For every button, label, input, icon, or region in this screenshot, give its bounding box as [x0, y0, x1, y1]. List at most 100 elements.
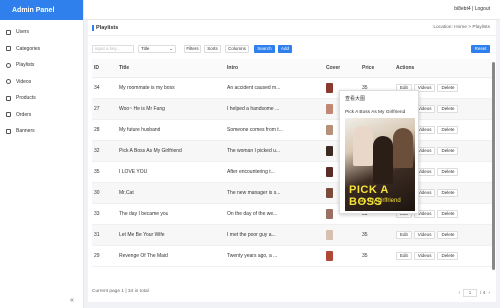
video-icon [6, 79, 11, 85]
delete-button[interactable]: Delete [437, 189, 459, 197]
table-row: 29 Revenge Of The Maid Twenty years ago, a… [92, 246, 492, 267]
videos-button[interactable]: Videos [413, 252, 436, 260]
cover-thumbnail[interactable] [326, 146, 333, 156]
edit-button[interactable]: Edit [396, 231, 412, 239]
cell-intro: Someone comes from t... [227, 127, 283, 133]
delete-button[interactable]: Delete [437, 252, 459, 260]
cover-thumbnail[interactable] [326, 251, 333, 261]
cell-id: 32 [94, 148, 100, 154]
cell-cover [326, 99, 333, 119]
cell-title: Mr.Cat [119, 190, 134, 196]
cover-thumbnail[interactable] [326, 230, 333, 240]
cover-preview-popover: 查看大图 Pick A Boss As My Girlfriend PICK A… [339, 90, 419, 214]
cover-thumbnail[interactable] [326, 104, 333, 114]
add-button[interactable]: Add [278, 45, 292, 53]
cell-id: 30 [94, 190, 100, 196]
banner-icon [6, 128, 11, 134]
cell-title: The day I became you [119, 211, 169, 217]
cover-thumbnail[interactable] [326, 167, 333, 177]
cell-cover [326, 246, 333, 266]
page-title: Playlists [92, 25, 118, 31]
categories-icon [6, 46, 11, 52]
sidebar-item-orders[interactable]: Orders [0, 107, 83, 124]
videos-button[interactable]: Videos [413, 231, 436, 239]
table-row: 32 Pick A Boss As My Girlfriend The woman … [92, 141, 492, 162]
cell-cover [326, 141, 333, 161]
page-number-input[interactable]: 1 [463, 289, 478, 297]
cell-title: My roommate is my boss [119, 85, 175, 91]
popover-header: 查看大图 [345, 96, 366, 102]
poster-figure-right [393, 128, 413, 168]
field-select-value: Title [141, 46, 150, 51]
playlist-icon [6, 62, 11, 68]
cover-thumbnail[interactable] [326, 209, 333, 219]
cell-intro: Twenty years ago, a ... [227, 253, 278, 259]
chevron-down-icon: ⌄ [169, 46, 173, 51]
sidebar-item-label: Banners [16, 128, 35, 135]
cover-thumbnail[interactable] [326, 188, 333, 198]
search-button[interactable]: Search [254, 45, 275, 53]
collapse-sidebar-icon[interactable]: « [70, 297, 74, 304]
reset-button[interactable]: Reset [471, 45, 490, 53]
user-logout-link[interactable]: bi8ebt4 | Logout [454, 6, 490, 12]
popover-title: Pick A Boss As My Girlfriend [345, 110, 406, 115]
edit-button[interactable]: Edit [396, 252, 412, 260]
header-cover: Cover [326, 65, 341, 71]
table-row: 34 My roommate is my boss An accident caus… [92, 78, 492, 99]
cover-thumbnail[interactable] [326, 125, 333, 135]
sidebar-item-products[interactable]: Products [0, 90, 83, 107]
sidebar: Admin Panel Users Categories Playlists Vide… [0, 0, 84, 308]
sidebar-item-videos[interactable]: Videos [0, 74, 83, 91]
cell-actions: EditVideosDelete [396, 246, 460, 266]
product-icon [6, 95, 11, 101]
field-select[interactable]: Title ⌄ [138, 45, 176, 53]
page-header: Playlists Location: Home > Playlists [88, 20, 496, 36]
cell-title: Woo~ He is Mr Fang [119, 106, 165, 112]
cell-intro: An accident caused m... [227, 85, 281, 91]
filters-button[interactable]: Filters [184, 45, 201, 53]
cell-intro: After encountering t... [227, 169, 275, 175]
delete-button[interactable]: Delete [437, 105, 459, 113]
table-row: 27 Woo~ He is Mr Fang I helped a handsome … [92, 99, 492, 120]
sidebar-item-label: Videos [16, 78, 32, 85]
delete-button[interactable]: Delete [437, 168, 459, 176]
search-input[interactable]: input a key... [92, 45, 134, 53]
table-footer: Current page 1 | 34 in total ‹ 1 / 4 › [92, 289, 492, 301]
sidebar-item-label: Playlists [16, 62, 35, 69]
cover-thumbnail[interactable] [326, 83, 333, 93]
poster-figure-left [353, 126, 373, 166]
cell-intro: The woman I picked u... [227, 148, 281, 154]
delete-button[interactable]: Delete [437, 231, 459, 239]
cell-title: Revenge Of The Maid [119, 253, 168, 259]
total-pages: / 4 [480, 290, 486, 296]
order-icon [6, 112, 11, 118]
app-title: Admin Panel [0, 0, 83, 20]
cell-id: 33 [94, 211, 100, 217]
delete-button[interactable]: Delete [437, 210, 459, 218]
delete-button[interactable]: Delete [437, 84, 459, 92]
cell-id: 35 [94, 169, 100, 175]
sidebar-item-label: Products [16, 95, 36, 102]
columns-button[interactable]: Columns [225, 45, 249, 53]
sorts-button[interactable]: Sorts [204, 45, 221, 53]
sidebar-item-banners[interactable]: Banners [0, 123, 83, 140]
cell-cover [326, 183, 333, 203]
next-page-icon[interactable]: › [488, 291, 490, 296]
table-scrollbar[interactable] [492, 62, 495, 270]
cell-id: 29 [94, 253, 100, 259]
cell-id: 28 [94, 127, 100, 133]
sidebar-item-label: Orders [16, 111, 32, 118]
pagination-summary: Current page 1 | 34 in total [92, 289, 149, 294]
cell-intro: I met the poor guy a... [227, 232, 276, 238]
prev-page-icon[interactable]: ‹ [458, 291, 460, 296]
sidebar-item-playlists[interactable]: Playlists [0, 57, 83, 74]
delete-button[interactable]: Delete [437, 147, 459, 155]
table-header: ID Title Intro Cover Price Actions [92, 59, 492, 78]
table-body: 34 My roommate is my boss An accident caus… [92, 78, 492, 267]
cell-cover [326, 225, 333, 245]
cell-id: 34 [94, 85, 100, 91]
sidebar-item-categories[interactable]: Categories [0, 41, 83, 58]
sidebar-item-users[interactable]: Users [0, 24, 83, 41]
delete-button[interactable]: Delete [437, 126, 459, 134]
table-row: 28 My future husband Someone comes from t.… [92, 120, 492, 141]
